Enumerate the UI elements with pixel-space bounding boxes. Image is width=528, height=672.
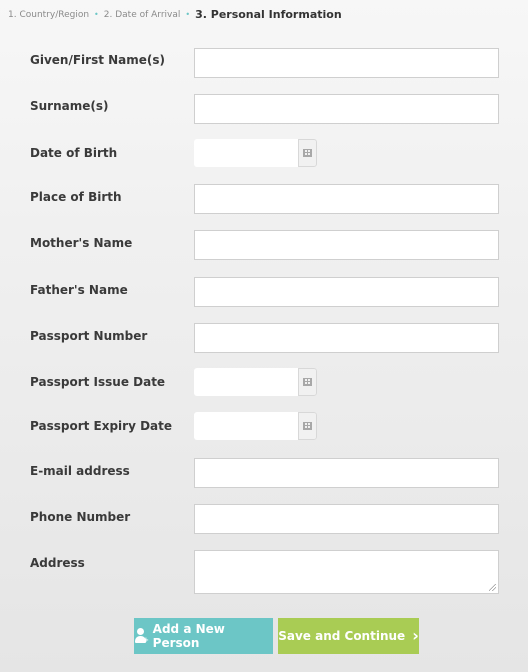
- add-new-person-button[interactable]: + Add a New Person: [134, 618, 273, 654]
- passport-issue-date-label: Passport Issue Date: [30, 375, 166, 389]
- step-date-of-arrival[interactable]: 2. Date of Arrival: [104, 10, 181, 20]
- save-and-continue-label: Save and Continue: [278, 629, 406, 643]
- save-and-continue-button[interactable]: Save and Continue ›: [278, 618, 419, 654]
- calendar-icon: [303, 149, 312, 157]
- father-name-label: Father's Name: [30, 283, 128, 297]
- given-name-input[interactable]: [194, 48, 499, 78]
- email-input[interactable]: [194, 458, 499, 488]
- calendar-icon: [303, 378, 312, 386]
- add-new-person-label: Add a New Person: [152, 622, 225, 650]
- passport-number-input[interactable]: [194, 323, 499, 353]
- place-of-birth-label: Place of Birth: [30, 190, 122, 204]
- wizard-steps: 1. Country/Region • 2. Date of Arrival •…: [8, 8, 342, 21]
- calendar-icon: [303, 422, 312, 430]
- mother-name-label: Mother's Name: [30, 236, 133, 250]
- step-personal-information: 3. Personal Information: [195, 8, 342, 21]
- step-country-region[interactable]: 1. Country/Region: [8, 10, 89, 20]
- passport-number-label: Passport Number: [30, 329, 148, 343]
- passport-expiry-date-label: Passport Expiry Date: [30, 419, 173, 433]
- add-person-icon: +: [134, 628, 149, 644]
- surname-label: Surname(s): [30, 99, 109, 113]
- chevron-right-icon: ›: [412, 626, 419, 645]
- mother-name-input[interactable]: [194, 230, 499, 260]
- date-of-birth-label: Date of Birth: [30, 146, 118, 160]
- father-name-input[interactable]: [194, 277, 499, 307]
- passport-expiry-date-calendar-button[interactable]: [298, 412, 317, 440]
- resize-grip-icon[interactable]: [489, 584, 496, 591]
- email-label: E-mail address: [30, 464, 130, 478]
- address-textarea[interactable]: [194, 550, 499, 594]
- passport-issue-date-calendar-button[interactable]: [298, 368, 317, 396]
- address-label: Address: [30, 556, 85, 570]
- step-separator-dot: •: [185, 10, 191, 19]
- phone-input[interactable]: [194, 504, 499, 534]
- place-of-birth-input[interactable]: [194, 184, 499, 214]
- phone-label: Phone Number: [30, 510, 131, 524]
- step-separator-dot: •: [94, 10, 99, 19]
- given-name-label: Given/First Name(s): [30, 53, 166, 67]
- date-of-birth-calendar-button[interactable]: [298, 139, 317, 167]
- surname-input[interactable]: [194, 94, 499, 124]
